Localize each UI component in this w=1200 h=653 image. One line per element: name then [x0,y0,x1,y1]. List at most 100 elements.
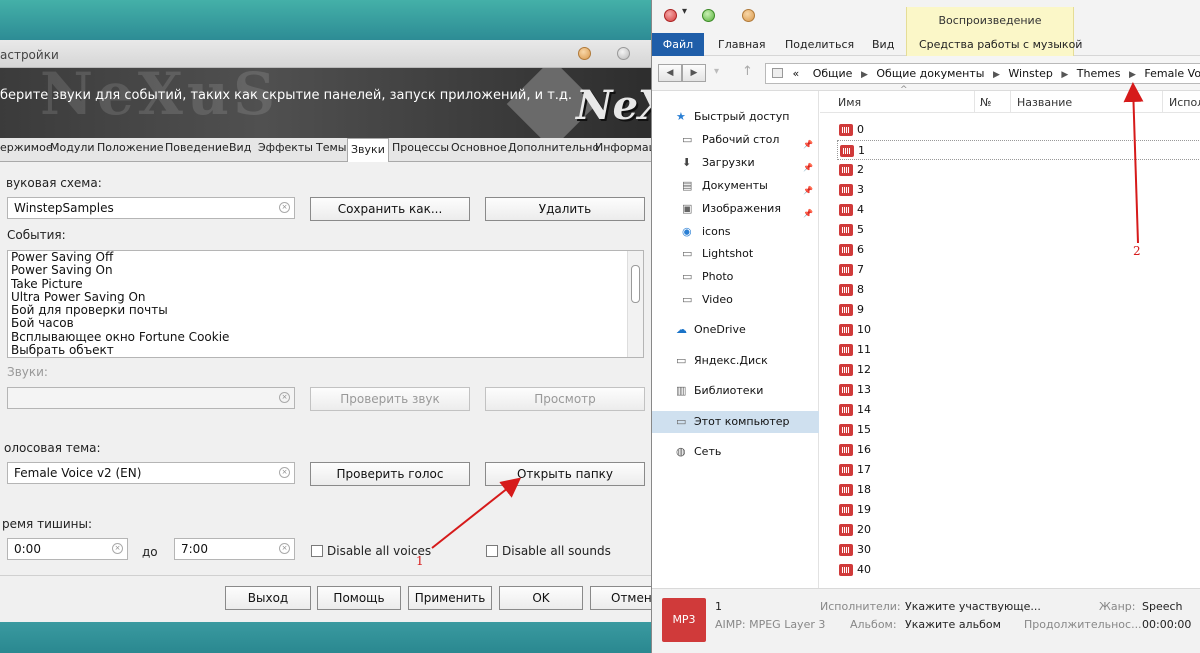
list-item[interactable]: Take Picture [8,277,643,291]
list-item[interactable]: 20 [837,520,1200,540]
events-scroll-thumb[interactable] [631,265,640,303]
column-divider[interactable] [1162,91,1163,113]
column-artist[interactable]: Испол [1169,96,1200,109]
list-item[interactable]: 8 [837,280,1200,300]
disable-voices-checkbox[interactable] [311,545,323,557]
sidebar-item-6[interactable]: ▭ Lightshot [652,243,819,265]
list-item[interactable]: 40 [837,560,1200,580]
clear-icon[interactable]: × [112,543,123,554]
sidebar-item-3[interactable]: ▤ Документы 📌 [652,175,819,197]
scheme-field[interactable]: WinstepSamples × [7,197,295,219]
list-item[interactable]: Бой для проверки почты [8,303,643,317]
sidebar-item-8[interactable]: ▭ Video [652,289,819,311]
artists-value[interactable]: Укажите участвующе... [905,600,1041,613]
menu-share[interactable]: Поделиться [785,38,854,51]
events-list[interactable]: Power Saving Off Power Saving On Take Pi… [7,250,644,358]
maximize-button[interactable] [617,47,630,60]
ok-button[interactable]: OK [499,586,583,610]
chevron-right-icon[interactable]: ▶ [1061,70,1068,80]
list-item[interactable]: 15 [837,420,1200,440]
menu-music-tools[interactable]: Средства работы с музыкой [919,38,1082,51]
forward-icon[interactable]: ▶ [682,64,706,82]
menu-file[interactable]: Файл [652,33,704,56]
tab-view[interactable]: Вид [229,141,251,154]
list-item[interactable]: 11 [837,340,1200,360]
sidebar-item-9[interactable]: ☁ OneDrive [652,319,819,341]
list-item[interactable]: 3 [837,180,1200,200]
silence-to-field[interactable]: 7:00 × [174,538,295,560]
disable-sounds-checkbox[interactable] [486,545,498,557]
list-item[interactable]: 13 [837,380,1200,400]
list-item[interactable]: 30 [837,540,1200,560]
column-number[interactable]: № [980,96,991,109]
list-item[interactable]: 10 [837,320,1200,340]
breadcrumb-overflow[interactable]: « [793,67,800,80]
column-divider[interactable] [1010,91,1011,113]
list-item[interactable]: Всплывающее окно Fortune Cookie [8,330,643,344]
voice-theme-field[interactable]: Female Voice v2 (EN) × [7,462,295,484]
tab-processes[interactable]: Процессы [392,141,449,154]
list-item[interactable]: 6 [837,240,1200,260]
list-item[interactable]: 12 [837,360,1200,380]
sounds-field[interactable]: × [7,387,295,409]
list-item[interactable]: Power Saving On [8,263,643,277]
quick-access-dropdown-icon[interactable]: ▾ [682,6,687,17]
list-item[interactable]: 0 [837,120,1200,140]
list-item[interactable]: 1 [837,140,1200,160]
tab-position[interactable]: Положение [97,141,164,154]
sidebar-item-5[interactable]: ◉ icons [652,221,819,243]
sidebar-item-2[interactable]: ⬇ Загрузки 📌 [652,152,819,174]
close-button[interactable] [664,9,677,22]
breadcrumb-item[interactable]: Female Voice [1144,67,1200,80]
tab-content[interactable]: ержимое [0,141,53,154]
back-icon[interactable]: ◀ [658,64,682,82]
breadcrumb-item[interactable]: Winstep [1008,67,1052,80]
up-arrow-icon[interactable]: ↑ [742,64,753,79]
list-item[interactable]: 16 [837,440,1200,460]
tab-behavior[interactable]: Поведение [165,141,229,154]
list-item[interactable]: 5 [837,220,1200,240]
menu-home[interactable]: Главная [718,38,766,51]
list-item[interactable]: 2 [837,160,1200,180]
minimize-button[interactable] [578,47,591,60]
column-title[interactable]: Название [1017,96,1072,109]
tab-effects[interactable]: Эффекты [258,141,313,154]
sidebar-item-1[interactable]: ▭ Рабочий стол 📌 [652,129,819,151]
delete-button[interactable]: Удалить [485,197,645,221]
tab-sounds[interactable]: Звуки [347,138,389,162]
chevron-right-icon[interactable]: ▶ [1129,70,1136,80]
list-item[interactable]: 18 [837,480,1200,500]
list-item[interactable]: Бой часов [8,317,643,331]
zoom-button[interactable] [702,9,715,22]
menu-view[interactable]: Вид [872,38,894,51]
clear-icon[interactable]: × [279,543,290,554]
chevron-right-icon[interactable]: ▶ [993,70,1000,80]
apply-button[interactable]: Применить [408,586,492,610]
tab-themes[interactable]: Темы [316,141,346,154]
chevron-right-icon[interactable]: ▶ [861,70,868,80]
sidebar-item-11[interactable]: ▥ Библиотеки [652,380,819,402]
list-item[interactable]: Выбрать объект [8,343,643,357]
tab-advanced[interactable]: Дополнительно [508,141,599,154]
check-sound-button[interactable]: Проверить звук [310,387,470,411]
clear-icon[interactable]: × [279,202,290,213]
sidebar-item-4[interactable]: ▣ Изображения 📌 [652,198,819,220]
sidebar-item-10[interactable]: ▭ Яндекс.Диск [652,350,819,372]
list-item[interactable]: 19 [837,500,1200,520]
sidebar-item-12[interactable]: ▭ Этот компьютер [652,411,819,433]
cancel-button[interactable]: Отмена [590,586,656,610]
clear-icon[interactable]: × [279,467,290,478]
sidebar-item-7[interactable]: ▭ Photo [652,266,819,288]
list-item[interactable]: 17 [837,460,1200,480]
breadcrumb-item[interactable]: Общие [813,67,853,80]
breadcrumb-item[interactable]: Общие документы [876,67,984,80]
genre-value[interactable]: Speech [1142,600,1183,613]
clear-icon[interactable]: × [279,392,290,403]
album-value[interactable]: Укажите альбом [905,618,1001,631]
open-folder-button[interactable]: Открыть папку [485,462,645,486]
tab-modules[interactable]: Модули [50,141,95,154]
list-item[interactable]: Power Saving Off [8,251,643,264]
silence-from-field[interactable]: 0:00 × [7,538,128,560]
list-item[interactable]: 7 [837,260,1200,280]
list-item[interactable]: 4 [837,200,1200,220]
